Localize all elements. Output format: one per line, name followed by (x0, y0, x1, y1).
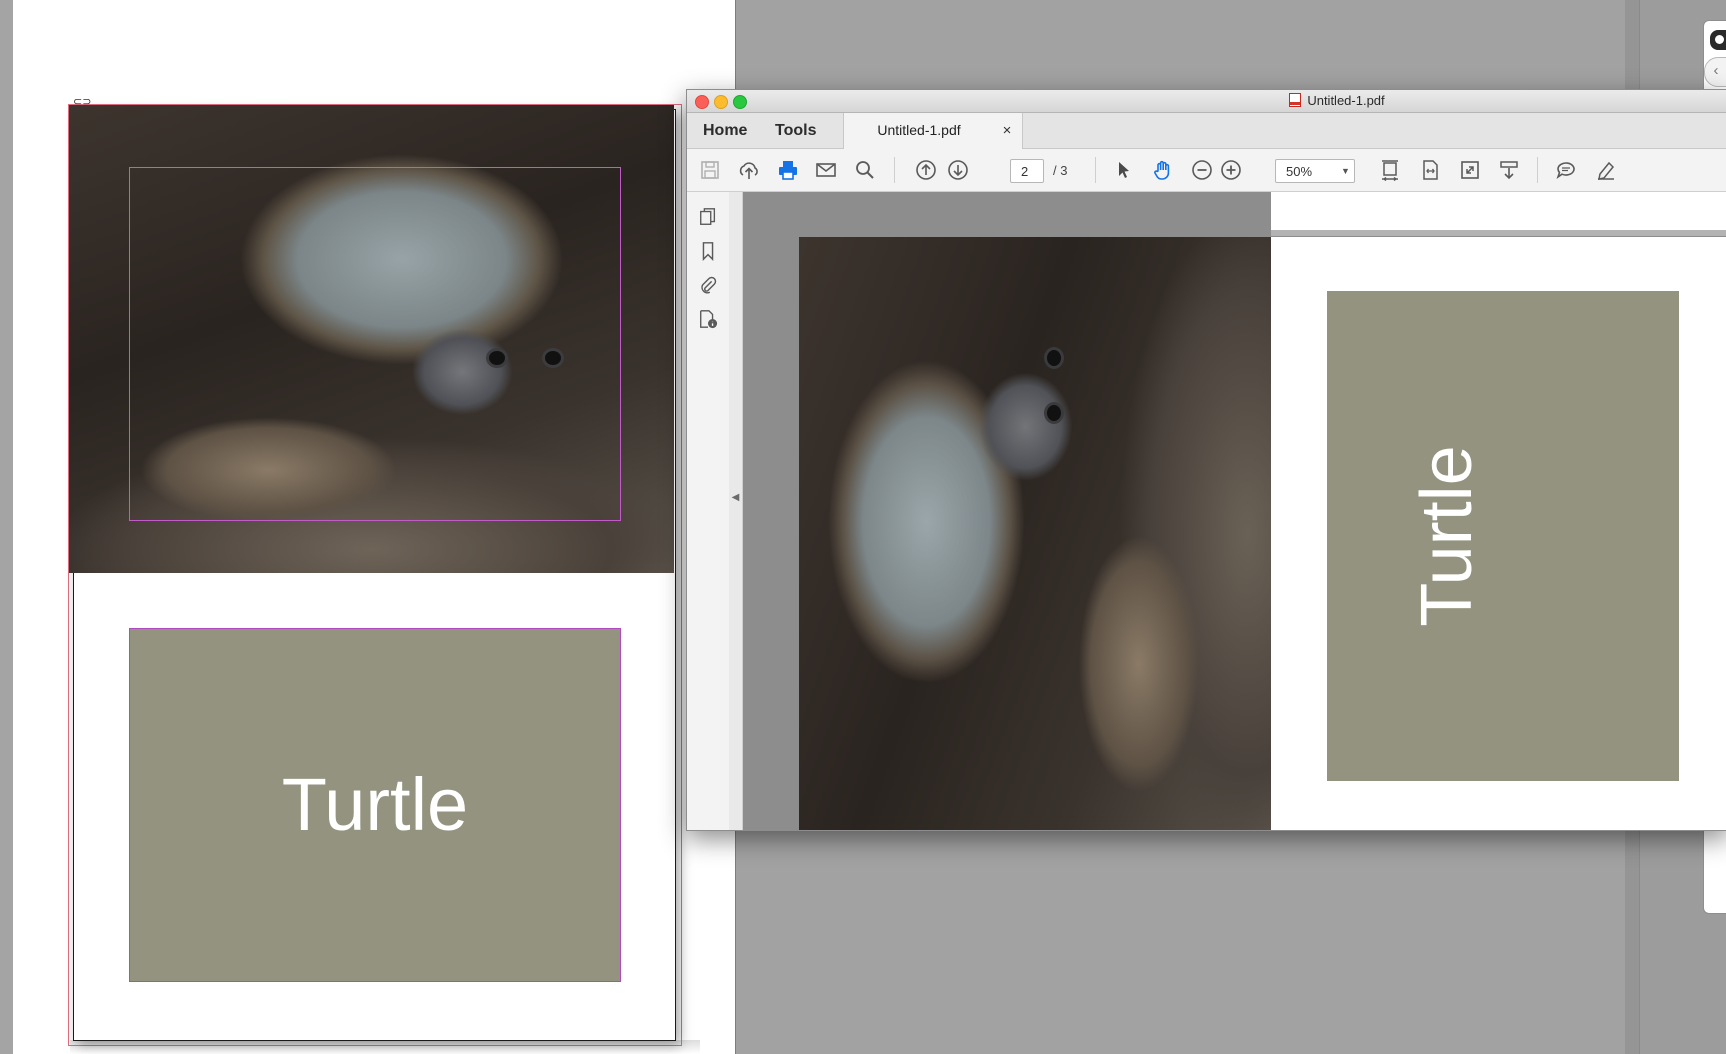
link-icon[interactable]: ⊂⊃ (73, 96, 91, 108)
zoom-in-icon[interactable] (1218, 158, 1244, 182)
turtle-photo (799, 237, 1271, 830)
pdf-viewer-window[interactable]: Untitled-1.pdf Home Tools Untitled-1.pdf… (686, 89, 1726, 831)
hand-tool-icon[interactable] (1150, 158, 1176, 182)
page-total-label: / 3 (1053, 163, 1068, 178)
pdf-file-icon (1289, 93, 1302, 107)
turtle-rotated-label-text: Turtle (1407, 445, 1487, 627)
attachment-icon[interactable] (698, 274, 718, 296)
bookmark-icon[interactable] (698, 240, 718, 262)
panel-toggle-icon[interactable] (1710, 30, 1726, 50)
toolbar-separator (1095, 157, 1096, 183)
page-number-input[interactable]: 2 (1010, 159, 1044, 183)
top-tab-bar: Home Tools Untitled-1.pdf × (687, 113, 1726, 149)
select-cursor-icon[interactable] (1110, 158, 1136, 182)
zoom-out-icon[interactable] (1189, 158, 1215, 182)
scroll-mode-icon[interactable] (1496, 158, 1522, 182)
email-icon[interactable] (813, 158, 839, 182)
print-icon[interactable] (775, 158, 801, 182)
main-toolbar: 2 / 3 50% ▼ (687, 149, 1726, 192)
gray-label-box (1327, 291, 1679, 781)
toolbar-separator (894, 157, 895, 183)
image-content-frame[interactable] (129, 167, 621, 521)
pane-collapse-handle[interactable]: ◀ (729, 192, 743, 830)
fit-page-icon[interactable] (1377, 158, 1403, 182)
turtle-eye (1047, 350, 1061, 366)
chevron-down-icon[interactable]: ▼ (1341, 159, 1350, 183)
chevron-left-icon[interactable]: ◀ (729, 492, 742, 503)
next-page-icon[interactable] (945, 158, 971, 182)
save-icon[interactable] (697, 158, 723, 182)
pdf-page[interactable]: Turtle (1271, 237, 1726, 830)
panel-back-icon[interactable]: ‹ (1704, 57, 1726, 87)
search-icon[interactable] (852, 158, 878, 182)
previous-page-edge (1271, 192, 1726, 236)
pdf-page-image[interactable] (799, 237, 1272, 830)
window-title: Untitled-1.pdf (687, 90, 1726, 112)
highlight-pen-icon[interactable] (1593, 158, 1619, 182)
indesign-left-strip (0, 0, 14, 1054)
upload-icon[interactable] (736, 158, 762, 182)
previous-page-icon[interactable] (913, 158, 939, 182)
turtle-eye (1047, 405, 1061, 421)
window-titlebar[interactable]: Untitled-1.pdf (687, 90, 1726, 113)
document-tab-label: Untitled-1.pdf (877, 122, 961, 138)
tab-tools[interactable]: Tools (775, 113, 816, 148)
close-tab-button[interactable]: × (996, 113, 1018, 148)
tab-home[interactable]: Home (703, 113, 747, 148)
navigation-pane (687, 192, 730, 830)
pages-panel-icon[interactable] (698, 206, 718, 228)
fit-width-icon[interactable] (1417, 158, 1443, 182)
document-info-icon[interactable] (698, 308, 718, 330)
window-title-text: Untitled-1.pdf (1307, 93, 1385, 108)
full-screen-icon[interactable] (1457, 158, 1483, 182)
turtle-label: Turtle (281, 763, 469, 846)
toolbar-separator (1537, 157, 1538, 183)
document-view[interactable]: Turtle (743, 192, 1726, 830)
comment-icon[interactable] (1553, 158, 1579, 182)
document-tab[interactable]: Untitled-1.pdf × (843, 113, 1023, 149)
